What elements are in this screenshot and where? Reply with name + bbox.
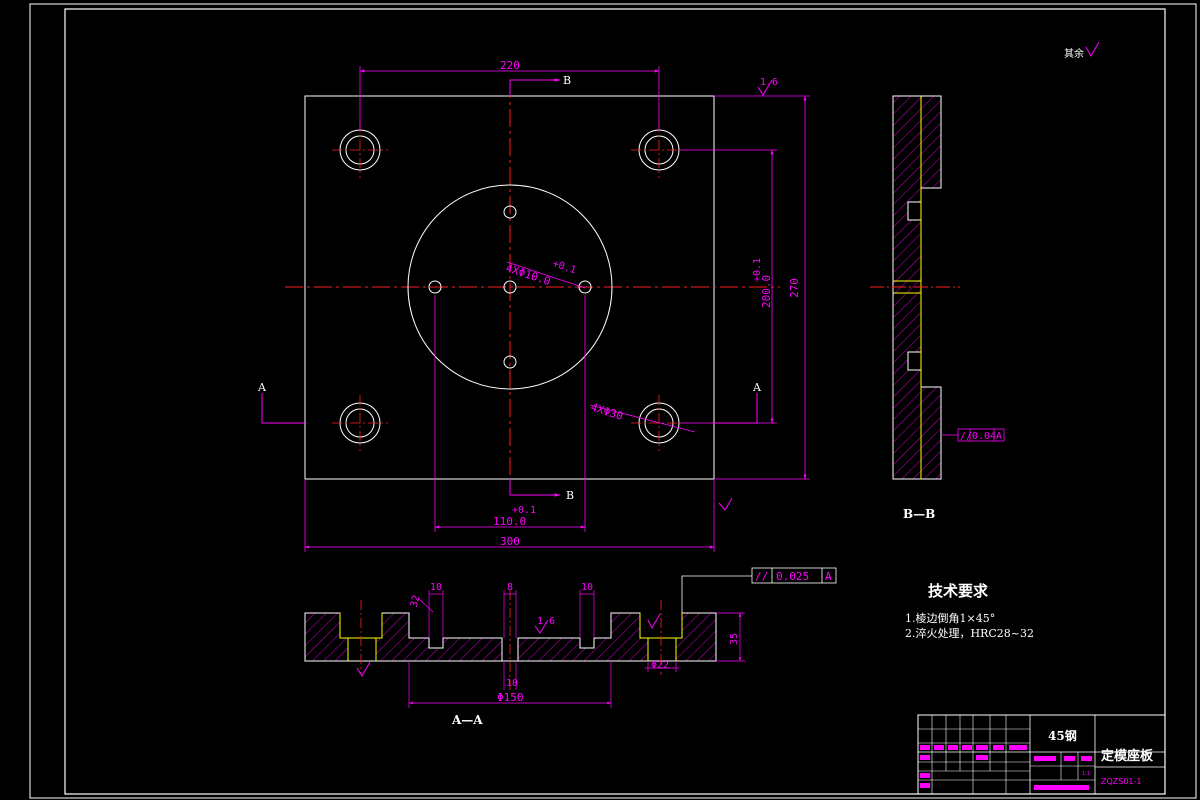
svg-text:1.6: 1.6 xyxy=(537,616,555,627)
plan-view: 220 300 +0.1 110.0 270 200.0 +0.1 4XΦ10.… xyxy=(257,59,810,552)
roughness-symbol-bottom xyxy=(718,497,733,511)
dim-270-text: 270 xyxy=(788,278,801,298)
svg-text:Φ22: Φ22 xyxy=(651,660,669,671)
svg-text:8: 8 xyxy=(507,582,513,593)
section-bb-title: B—B xyxy=(903,507,935,521)
aa-roughness-symbol: 1.6 xyxy=(534,616,555,634)
section-marker-a-left: A xyxy=(257,381,305,424)
aa-dim-phi22: Φ22 xyxy=(645,660,679,672)
tech-requirements: 技术要求 1.棱边倒角1×45° 2.淬火处理，HRC28~32 xyxy=(905,582,1034,640)
svg-text://: // xyxy=(960,431,972,442)
roughness-note-label: 其余 xyxy=(1064,47,1084,60)
section-aa-title: A—A xyxy=(451,713,483,727)
section-marker-b-bottom: B xyxy=(509,479,574,502)
svg-text:35: 35 xyxy=(729,633,740,645)
corner-hole-top-right xyxy=(631,122,687,178)
dim-4x10-text: 4XΦ10.0 xyxy=(504,261,552,288)
svg-text:Φ150: Φ150 xyxy=(497,691,524,704)
leader-4x30: 4XΦ30 xyxy=(589,400,696,433)
svg-text:1.6: 1.6 xyxy=(760,77,778,88)
aa-dim-32: 32 xyxy=(409,594,434,613)
aa-section-hatch xyxy=(304,612,717,662)
title-block: 45钢 定模座板 ZQZS01-1 1:1 xyxy=(917,714,1166,795)
svg-text:10: 10 xyxy=(506,678,518,689)
tech-req-item-1: 1.棱边倒角1×45° xyxy=(905,612,995,625)
aa-dim-35: 35 xyxy=(716,612,745,662)
dim-4x30-text: 4XΦ30 xyxy=(589,400,625,423)
section-b-top-label: B xyxy=(563,74,571,87)
dim-220-text: 220 xyxy=(500,59,520,72)
dim-300-text: 300 xyxy=(500,535,520,548)
svg-text:A: A xyxy=(825,570,832,583)
corner-hole-bottom-left xyxy=(332,395,388,451)
aa-dim-10-right: 10 xyxy=(579,582,595,638)
cad-drawing: 220 300 +0.1 110.0 270 200.0 +0.1 4XΦ10.… xyxy=(29,3,1197,799)
svg-text:32: 32 xyxy=(409,594,423,608)
title-block-part-name: 定模座板 xyxy=(1100,748,1154,764)
svg-text:0.04: 0.04 xyxy=(972,431,996,442)
sheet-inner-border xyxy=(64,8,1166,795)
side-tolerance-frame: // 0.04 A xyxy=(941,428,1005,442)
corner-hole-top-left xyxy=(332,122,388,178)
svg-text:A: A xyxy=(996,431,1002,442)
svg-text:10: 10 xyxy=(430,582,442,593)
svg-text:10: 10 xyxy=(581,582,593,593)
dim-4x10-tol: +0.1 xyxy=(551,258,577,276)
aa-dim-10-bottom: 10 xyxy=(503,661,518,690)
roughness-note: 其余 xyxy=(1064,41,1100,60)
aa-roughness-symbol-right xyxy=(647,613,661,630)
sheet-outer-border xyxy=(29,3,1197,799)
title-block-scale: 1:1 xyxy=(1082,771,1090,777)
dim-200-tol: +0.1 xyxy=(752,258,763,282)
section-a-right-label: A xyxy=(752,381,762,394)
leader-4x10: 4XΦ10.0 +0.1 xyxy=(504,258,586,289)
section-marker-b-top: B xyxy=(509,74,571,96)
main-tolerance-frame: // 0.025 A xyxy=(681,567,837,613)
section-b-bottom-label: B xyxy=(566,489,574,502)
section-a-left-label: A xyxy=(257,381,267,394)
svg-text:0.025: 0.025 xyxy=(776,570,809,583)
section-view-aa: 10 8 10 32 35 Φ22 10 Φ150 1.6 // 0.025 A… xyxy=(304,567,837,727)
title-block-drawing-no: ZQZS01-1 xyxy=(1101,777,1142,786)
title-block-material: 45钢 xyxy=(1048,728,1077,743)
tech-requirements-title: 技术要求 xyxy=(928,582,989,600)
aa-roughness-symbol-left xyxy=(356,661,371,677)
roughness-symbol-top: 1.6 xyxy=(757,77,778,96)
dim-110-text: 110.0 xyxy=(493,515,526,528)
section-marker-a-right: A xyxy=(714,381,762,424)
side-view-bb: // 0.04 A B—B xyxy=(870,95,1005,521)
svg-text://: // xyxy=(755,570,768,583)
tech-req-item-2: 2.淬火处理，HRC28~32 xyxy=(905,626,1034,640)
